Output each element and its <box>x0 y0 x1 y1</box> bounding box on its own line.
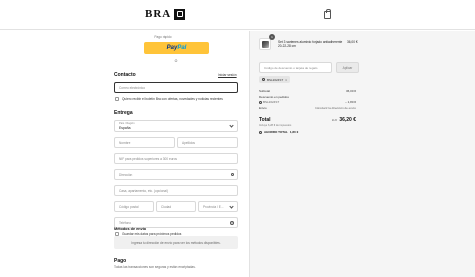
tag-icon <box>262 78 265 81</box>
chevron-down-icon <box>229 204 234 209</box>
total-value: 36,20 € <box>339 117 356 123</box>
subtotal-row: Subtotal 36,00 € <box>259 89 356 93</box>
discount-code-name: BSL2024ST <box>263 100 280 104</box>
email-field[interactable]: Correo electrónico <box>114 82 238 93</box>
total-row: Total EUR 36,20 € <box>259 117 356 123</box>
subtotal-value: 36,00 € <box>345 89 356 93</box>
applied-code-chip: BSL2024ST × <box>259 76 290 83</box>
shipping-label: Envío <box>259 106 267 110</box>
payment-title: Pago <box>114 258 127 264</box>
discount-code-placeholder: Código de descuento o tarjeta de regalo <box>264 65 318 70</box>
province-label: Provincia / E... <box>203 204 224 209</box>
tag-icon <box>259 130 262 134</box>
subtotal-label: Subtotal <box>259 89 271 93</box>
checkout-page: BRA Pago rápido Pay Pal O Contacto Inicia… <box>0 0 475 277</box>
product-image <box>262 41 269 48</box>
express-checkout-label: Pago rápido <box>154 35 172 39</box>
total-label: Total <box>259 117 271 123</box>
country-value: España <box>119 125 131 130</box>
tax-note: Incluye 6,28 € de impuestos <box>259 124 292 127</box>
paypal-wordmark-pay: Pay <box>166 45 178 51</box>
discount-value: – 1,80 € <box>345 100 356 104</box>
remove-code-icon[interactable]: × <box>285 78 287 82</box>
logo-text: BRA <box>145 8 172 20</box>
province-select[interactable]: Provincia / E... <box>198 201 238 212</box>
payment-subtitle: Todas las transacciones son seguras y es… <box>114 265 196 269</box>
login-link[interactable]: Iniciar sesión <box>218 73 237 77</box>
postal-code-placeholder: Código postal <box>119 204 139 209</box>
first-name-field[interactable]: Nombre <box>114 137 175 148</box>
logo-badge-icon <box>174 8 186 20</box>
delivery-title: Entrega <box>114 110 133 116</box>
apply-discount-button[interactable]: Aplicar <box>336 62 359 73</box>
discount-code-row: BSL2024ST – 1,80 € <box>259 100 356 104</box>
or-divider: O <box>174 59 178 63</box>
paypal-wordmark-pal: Pal <box>177 45 187 51</box>
newsletter-checkbox[interactable] <box>115 97 119 101</box>
help-icon[interactable]: ? <box>230 220 234 225</box>
nif-field[interactable]: NIF para pedidos superiores a 300 euros <box>114 153 238 164</box>
newsletter-option[interactable]: Quiero recibir el boletín Bra con oferta… <box>115 97 223 101</box>
product-price: 36,00 € <box>347 40 358 44</box>
paypal-button[interactable]: Pay Pal <box>144 42 209 54</box>
site-header: BRA <box>0 0 475 30</box>
discount-row: Descuento en pedidos <box>259 95 356 99</box>
discount-code-input[interactable]: Código de descuento o tarjeta de regalo <box>259 62 332 73</box>
apartment-placeholder: Casa, apartamento, etc. (opcional) <box>119 188 168 193</box>
city-placeholder: Ciudad <box>161 204 172 209</box>
tag-icon <box>259 100 262 104</box>
first-name-placeholder: Nombre <box>119 140 131 145</box>
discount-label: Descuento en pedidos <box>259 95 289 99</box>
total-savings: AHORRO TOTAL 1,80 € <box>259 130 298 134</box>
total-amount-group: EUR 36,20 € <box>332 117 356 123</box>
chevron-down-icon <box>229 123 234 128</box>
apartment-field[interactable]: Casa, apartamento, etc. (opcional) <box>114 185 238 196</box>
city-field[interactable]: Ciudad <box>156 201 196 212</box>
order-summary: 1 Set 3 sartenes aluminio forjado antiad… <box>249 31 475 277</box>
product-name: Set 3 sartenes aluminio forjado antiadhe… <box>278 40 343 49</box>
country-select[interactable]: País / Región España <box>114 120 238 132</box>
quantity-badge: 1 <box>269 34 275 40</box>
shopping-bag-icon[interactable] <box>324 9 331 19</box>
nif-placeholder: NIF para pedidos superiores a 300 euros <box>119 156 177 161</box>
applied-code-text: BSL2024ST <box>267 77 284 82</box>
store-logo[interactable]: BRA <box>145 8 186 20</box>
search-icon <box>230 173 234 177</box>
total-currency: EUR <box>331 119 338 122</box>
address-placeholder: Dirección <box>119 172 133 177</box>
savings-label: AHORRO TOTAL <box>264 130 288 134</box>
product-thumbnail <box>259 38 271 50</box>
phone-placeholder: Teléfono <box>119 220 132 225</box>
shipping-row: Envío Introducir la dirección de envío <box>259 106 356 110</box>
shipping-notice: Ingresa tu dirección de envío para ver l… <box>114 236 238 249</box>
last-name-field[interactable]: Apellidos <box>177 137 238 148</box>
contact-title: Contacto <box>114 72 136 78</box>
last-name-placeholder: Apellidos <box>182 140 195 145</box>
shipping-value: Introducir la dirección de envío <box>315 106 356 110</box>
newsletter-label: Quiero recibir el boletín Bra con oferta… <box>122 97 223 101</box>
postal-code-field[interactable]: Código postal <box>114 201 154 212</box>
discount-code-line: BSL2024ST <box>259 100 279 104</box>
shipping-notice-text: Ingresa tu dirección de envío para ver l… <box>131 240 221 245</box>
address-field[interactable]: Dirección <box>114 169 238 180</box>
email-placeholder: Correo electrónico <box>119 85 146 90</box>
savings-value: 1,80 € <box>289 130 299 134</box>
shipping-methods-title: Métodos de envío <box>114 227 147 231</box>
checkout-form-column: Pago rápido Pay Pal O Contacto Iniciar se… <box>0 31 249 277</box>
